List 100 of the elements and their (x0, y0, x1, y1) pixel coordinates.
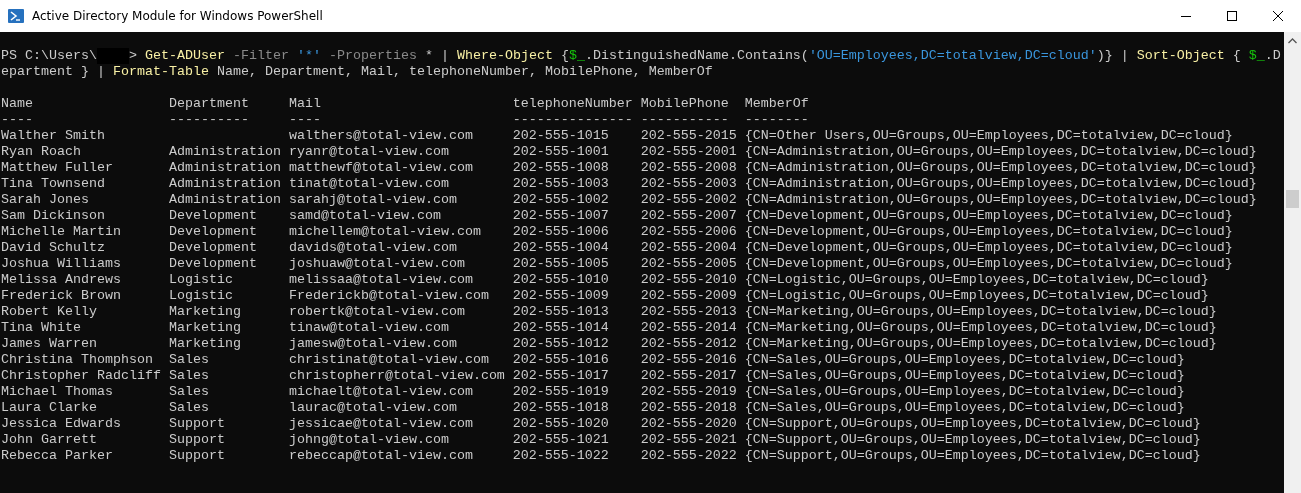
cmdlet-name: Get-ADUser (144, 48, 225, 63)
table-cell-text: christinat@total-view.com (288, 352, 490, 368)
table-cell-text: {CN=Other Users,OU=Groups,OU=Employees,DC=totalview,DC=cloud} (744, 128, 1234, 144)
table-cell-text: 202-555-2005 (640, 256, 738, 272)
table-cell-text: laurac@total-view.com (288, 400, 458, 416)
table-cell-text: Melissa Andrews (1, 272, 122, 288)
table-cell-text: Sales (168, 352, 210, 368)
table-cell-text: Matthew Fuller (1, 160, 114, 176)
table-cell-text: 202-555-1001 (512, 144, 610, 160)
table-cell-text: Development (168, 256, 258, 272)
command-text: Name, Department, Mail, telephoneNumber, MobilePhone, MemberOf (215, 64, 713, 79)
table-cell-text: 202-555-1010 (512, 272, 610, 288)
scroll-up-icon[interactable] (1288, 38, 1297, 44)
command-text: * | (423, 48, 450, 63)
command-text: )} | (1096, 48, 1130, 63)
table-cell-text: 202-555-2003 (640, 176, 738, 192)
table-cell-text: 202-555-1004 (512, 240, 610, 256)
table-cell-text: 202-555-1022 (512, 448, 610, 464)
table-cell-text: walthers@total-view.com (288, 128, 474, 144)
table-cell: {CN=Administration,OU=Groups,OU=Employees,DC=totalview,DC=cloud} (744, 192, 1257, 208)
table-cell-text: rebeccap@total-view.com (288, 448, 474, 464)
table-cell-text: Sam Dickinson (1, 208, 106, 224)
table-cell-text: Frederick Brown (1, 288, 122, 304)
column-heading: Mail (288, 96, 322, 112)
table-cell-text: robertk@total-view.com (288, 304, 466, 320)
table-cell-text: Michelle Martin (1, 224, 122, 240)
table-cell-text: Development (168, 240, 258, 256)
table-cell-text: Rebecca Parker (1, 448, 114, 464)
table-cell-text: joshuaw@total-view.com (288, 256, 466, 272)
table-cell-text: 202-555-1005 (512, 256, 610, 272)
cmdlet-name: Where-Object (456, 48, 553, 63)
command-text: PS C:\Users\ (1, 48, 97, 63)
table-cell-text: {CN=Development,OU=Groups,OU=Employees,DC=totalview,DC=cloud} (744, 208, 1234, 224)
table-cell-text: Logistic (168, 272, 234, 288)
table-cell-text: 202-555-2015 (640, 128, 738, 144)
table-cell-text: 202-555-2002 (640, 192, 738, 208)
table-cell-text: 202-555-1021 (512, 432, 610, 448)
table-cell-text: 202-555-1015 (512, 128, 610, 144)
table-cell-text: {CN=Sales,OU=Groups,OU=Employees,DC=totalview,DC=cloud} (744, 400, 1186, 416)
column-rule: ---- (1, 112, 34, 128)
scrollbar-thumb[interactable] (1286, 190, 1299, 208)
table-cell-text: sarahj@total-view.com (288, 192, 458, 208)
table-cell-text: 202-555-1002 (512, 192, 610, 208)
column-heading: MemberOf (744, 96, 810, 112)
column-rule: ---------- (168, 112, 250, 128)
table-cell-text: {CN=Development,OU=Groups,OU=Employees,DC=totalview,DC=cloud} (744, 256, 1234, 272)
table-cell-text: matthewf@total-view.com (288, 160, 474, 176)
table-cell-text: {CN=Sales,OU=Groups,OU=Employees,DC=totalview,DC=cloud} (744, 384, 1186, 400)
cmdlet-name: Sort-Object (1136, 48, 1225, 63)
table-cell-text: {CN=Marketing,OU=Groups,OU=Employees,DC=totalview,DC=cloud} (744, 304, 1218, 320)
table-cell-text: ryanr@total-view.com (288, 144, 450, 160)
table-cell-text: 202-555-2020 (640, 416, 738, 432)
cmdlet-name: Format-Table (113, 64, 209, 79)
table-cell-text: {CN=Sales,OU=Groups,OU=Employees,DC=totalview,DC=cloud} (744, 352, 1186, 368)
table-cell-text: Marketing (168, 304, 242, 320)
table-cell-text: 202-555-2006 (640, 224, 738, 240)
parameter-name: -Properties (327, 48, 417, 63)
table-cell-text: Logistic (168, 288, 234, 304)
table-cell-text: Administration (168, 144, 282, 160)
table-cell-text: Christina Thomphson (1, 352, 154, 368)
table-cell-text: 202-555-1009 (512, 288, 610, 304)
string-literal: 'OU=Employees,DC=totalview,DC=cloud' (808, 48, 1097, 63)
table-cell-text: 202-555-2010 (640, 272, 738, 288)
table-cell-text: {CN=Marketing,OU=Groups,OU=Employees,DC=totalview,DC=cloud} (744, 320, 1218, 336)
command-text: { (1231, 48, 1242, 63)
table-cell-text: 202-555-1007 (512, 208, 610, 224)
table-cell-text: Marketing (168, 320, 242, 336)
table-cell-text: Walther Smith (1, 128, 106, 144)
table-cell-text: Sarah Jones (1, 192, 90, 208)
table-cell-text: michellem@total-view.com (288, 224, 482, 240)
table-cell-text: Laura Clarke (1, 400, 98, 416)
table-cell-text: 202-555-1012 (512, 336, 610, 352)
table-cell-text: Tina Townsend (1, 176, 106, 192)
table-cell-text: melissaa@total-view.com (288, 272, 474, 288)
table-cell-text: 202-555-1016 (512, 352, 610, 368)
table-cell-text: 202-555-1006 (512, 224, 610, 240)
table-cell: {CN=Administration,OU=Groups,OU=Employees,DC=totalview,DC=cloud} (744, 144, 1257, 160)
table-cell-text: {CN=Sales,OU=Groups,OU=Employees,DC=totalview,DC=cloud} (744, 368, 1186, 384)
terminal-icon (8, 9, 24, 23)
column-heading: MobilePhone (640, 96, 730, 112)
table-cell-text: 202-555-2014 (640, 320, 738, 336)
table-cell-text: Jessica Edwards (1, 416, 122, 432)
table-cell-text: 202-555-2016 (640, 352, 738, 368)
table-cell-text: Development (168, 208, 258, 224)
column-rule: ---- (288, 112, 322, 128)
table-cell-text: Administration (168, 176, 282, 192)
table-cell-text: 202-555-2001 (640, 144, 738, 160)
close-icon (1273, 11, 1283, 21)
table-cell-text: Michael Thomas (1, 384, 114, 400)
table-cell-text: 202-555-1003 (512, 176, 610, 192)
table-cell-text: Support (168, 416, 226, 432)
table-cell-text: 202-555-2008 (640, 160, 738, 176)
table-cell-text: 202-555-1019 (512, 384, 610, 400)
command-text: epartment } | (1, 64, 106, 79)
table-cell-text: michaelt@total-view.com (288, 384, 474, 400)
table-cell-text: 202-555-1020 (512, 416, 610, 432)
table-cell-text: 202-555-2017 (640, 368, 738, 384)
table-cell-text: 202-555-2013 (640, 304, 738, 320)
table-cell-text: {CN=Development,OU=Groups,OU=Employees,DC=totalview,DC=cloud} (744, 240, 1234, 256)
command-text: > (128, 48, 138, 63)
